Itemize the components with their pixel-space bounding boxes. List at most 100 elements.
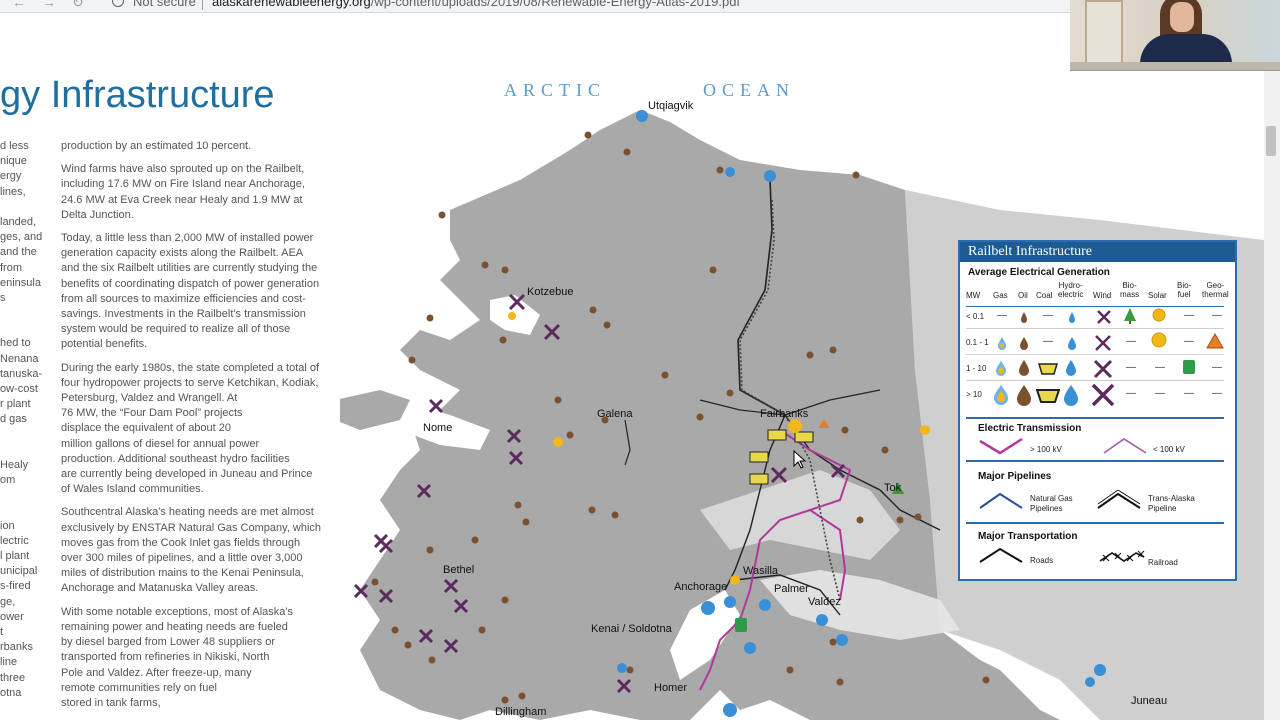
webcam-overlay xyxy=(1070,0,1280,71)
hydro-icon xyxy=(1064,385,1078,406)
paragraph: production by an estimated 10 percent. xyxy=(61,139,321,154)
cell-dash: — xyxy=(1212,362,1222,373)
paragraph-line: potential benefits. xyxy=(61,338,148,351)
railbelt-legend: Railbelt Infrastructure Average Electric… xyxy=(958,240,1237,581)
paragraph: During the early 1980s, the state comple… xyxy=(61,361,321,498)
back-icon[interactable]: ← xyxy=(12,0,26,10)
oil-marker xyxy=(471,536,479,544)
place-wasilla: Wasilla xyxy=(743,565,779,577)
paragraph-line: remaining power and heating needs are fu… xyxy=(61,620,288,633)
url-separator xyxy=(202,0,203,10)
left-col-line: lines, xyxy=(0,185,26,198)
coal-marker xyxy=(794,431,814,443)
left-col-line xyxy=(0,321,42,336)
col-biomass-line2: mass xyxy=(1120,290,1140,299)
col-hydro-line1: Hydro- xyxy=(1058,281,1083,290)
scrollbar-thumb[interactable] xyxy=(1266,126,1276,156)
left-col-line: tanuska- xyxy=(0,367,43,380)
hydro-marker xyxy=(701,601,715,615)
col-oil: Oil xyxy=(1018,291,1028,300)
paragraph-line: 24.6 MW at Eva Creek near Healy and 1.9 … xyxy=(61,193,303,206)
paragraph-line: over 300 miles of pipelines, and a littl… xyxy=(61,552,303,565)
cell-dash: — xyxy=(1155,362,1165,373)
left-col-line: s xyxy=(0,291,6,304)
left-col-line: ion xyxy=(0,519,15,532)
legend-divider xyxy=(966,417,1224,419)
oil-marker xyxy=(501,266,509,274)
paragraph: Wind farms have also sprouted up on the … xyxy=(61,162,321,223)
webcam-door xyxy=(1085,0,1123,64)
cell-dash: — xyxy=(1043,336,1053,347)
transmission-over-icon xyxy=(979,437,1023,455)
place-anchorage: Anchorage xyxy=(674,581,728,593)
place-dillingham: Dillingham xyxy=(495,706,547,718)
row-lt-0-1: < 0.1 xyxy=(966,312,985,321)
gas-icon xyxy=(996,361,1006,376)
vertical-scrollbar[interactable] xyxy=(1264,0,1280,720)
left-col-line: t xyxy=(0,626,4,638)
info-icon[interactable] xyxy=(112,0,124,7)
reload-icon[interactable]: ↻ xyxy=(72,0,84,11)
cell-dash: — xyxy=(1126,388,1136,399)
left-col-line: from xyxy=(0,261,22,274)
oil-marker xyxy=(478,626,486,634)
paragraph-line: With some notable exceptions, most of Al… xyxy=(61,605,293,618)
left-col-line: Healy xyxy=(0,458,29,471)
paragraph-line: savings. Investments in the Railbelt's t… xyxy=(61,308,306,321)
left-col-line: d gas xyxy=(0,413,27,426)
col-biofuel-line1: Bio- xyxy=(1177,281,1192,290)
paragraph-line: of Wales Island communities. xyxy=(61,483,204,496)
paragraph-line: including 17.6 MW on Fire Island near An… xyxy=(61,178,305,191)
left-col-line: rbanks xyxy=(0,641,34,654)
oil-marker xyxy=(829,346,837,354)
oil-marker xyxy=(709,266,717,274)
paragraph-line: are currently being developed in Juneau … xyxy=(61,468,313,481)
paragraph-line: 76 MW, the “Four Dam Pool” projects xyxy=(61,407,243,420)
paragraph-line: million gallons of diesel for annual pow… xyxy=(61,437,260,450)
paragraph-line: from all sources to maximize efficiencie… xyxy=(61,292,306,305)
paragraph-line: remote communities rely on fuel xyxy=(61,681,217,694)
natural-gas-line1: Natural Gas xyxy=(1030,494,1073,503)
wind-icon xyxy=(1091,383,1115,407)
gas-icon xyxy=(994,385,1008,405)
under-100kv-label: < 100 kV xyxy=(1153,445,1185,454)
place-kenai: Kenai / Soldotna xyxy=(591,623,672,635)
place-kotzebue: Kotzebue xyxy=(527,286,574,298)
legend-divider xyxy=(966,306,1224,307)
url-field[interactable]: alaskarenewableenergy.org/wp-content/upl… xyxy=(212,0,740,9)
left-col-line: ow-cost xyxy=(0,383,38,395)
forward-icon[interactable]: → xyxy=(42,0,56,10)
oil-marker xyxy=(716,166,724,174)
roads-icon xyxy=(979,547,1023,563)
col-wind: Wind xyxy=(1093,291,1112,300)
left-col-line: line xyxy=(0,656,18,669)
row-divider xyxy=(966,354,1224,355)
paragraph-line: system would be required to realize all … xyxy=(61,323,291,336)
place-homer: Homer xyxy=(654,682,688,694)
trans-alaska-line2: Pipeline xyxy=(1148,504,1177,513)
oil-marker xyxy=(522,518,530,526)
webcam-person-face xyxy=(1170,2,1194,32)
left-col-line: ges, and xyxy=(0,231,43,244)
solar-marker xyxy=(920,425,930,435)
cell-dash: — xyxy=(1126,336,1136,347)
paragraph: With some notable exceptions, most of Al… xyxy=(61,605,321,711)
oil-marker xyxy=(696,413,704,421)
gas-icon xyxy=(998,337,1006,350)
paragraph-line: by diesel barged from Lower 48 suppliers… xyxy=(61,636,276,649)
oil-marker xyxy=(841,426,849,434)
not-secure-label[interactable]: Not secure xyxy=(133,0,196,9)
paragraph-line: benefits of coordinating dispatch of pow… xyxy=(61,277,320,290)
url-path: /wp-content/uploads/2019/08/Renewable-En… xyxy=(370,0,741,9)
paragraph-line: Delta Junction. xyxy=(61,208,134,221)
left-col-line: hed to xyxy=(0,337,31,350)
paragraph-line: stored in tank farms, xyxy=(61,696,161,709)
left-col-line: three xyxy=(0,671,26,684)
oil-marker xyxy=(438,211,446,219)
left-col-line: otna xyxy=(0,686,22,699)
trans-alaska-line1: Trans-Alaska xyxy=(1148,494,1195,503)
peninsula xyxy=(340,390,410,430)
oil-marker xyxy=(836,678,844,686)
